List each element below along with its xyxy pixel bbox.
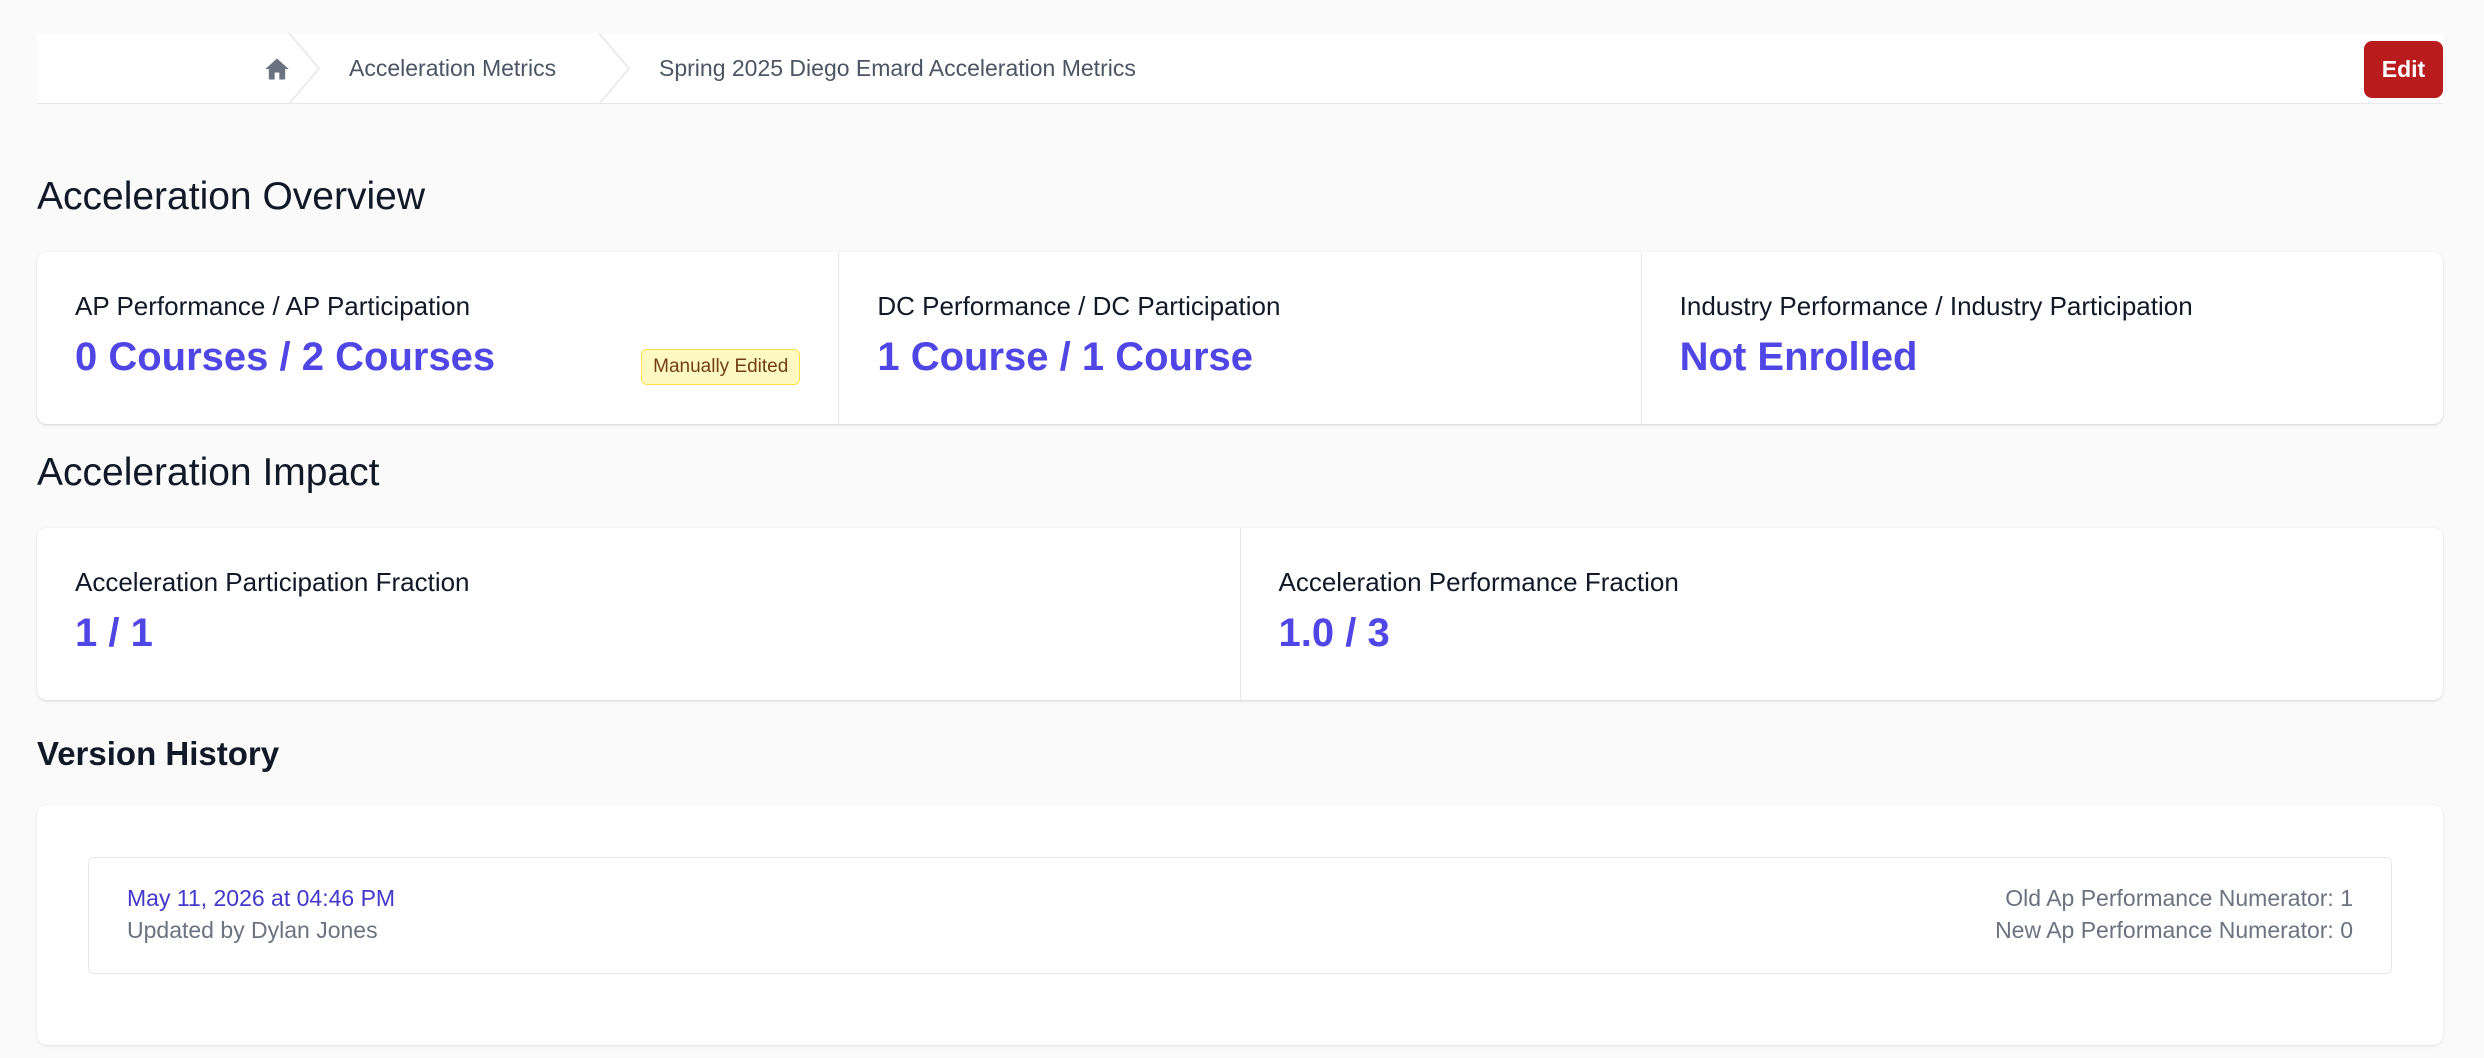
metric-label: DC Performance / DC Participation — [877, 291, 1281, 321]
section-title-impact: Acceleration Impact — [37, 451, 380, 494]
edit-button[interactable]: Edit — [2364, 41, 2443, 98]
section-title-overview: Acceleration Overview — [37, 175, 425, 218]
history-entry-author: Updated by Dylan Jones — [127, 917, 378, 943]
breadcrumb-item-current: Spring 2025 Diego Emard Acceleration Met… — [659, 55, 1136, 81]
metric-label: AP Performance / AP Participation — [75, 291, 471, 321]
impact-card: Acceleration Participation Fraction 1 / … — [37, 528, 2443, 700]
breadcrumb-separator-icon — [597, 33, 637, 104]
breadcrumb-item-acceleration-metrics[interactable]: Acceleration Metrics — [349, 33, 556, 104]
history-change-old: Old Ap Performance Numerator: 1 — [2005, 885, 2353, 911]
metric-participation-fraction: Acceleration Participation Fraction 1 / … — [37, 528, 1240, 700]
section-title-version-history: Version History — [37, 735, 280, 772]
metric-label: Acceleration Participation Fraction — [75, 567, 470, 597]
metric-label: Industry Performance / Industry Particip… — [1679, 291, 2193, 321]
metric-value: 1 / 1 — [75, 611, 153, 655]
history-change-new: New Ap Performance Numerator: 0 — [1995, 917, 2353, 943]
metric-value: 1.0 / 3 — [1278, 611, 1390, 655]
version-history-card: May 11, 2026 at 04:46 PM Updated by Dyla… — [37, 805, 2443, 1045]
metric-performance-fraction: Acceleration Performance Fraction 1.0 / … — [1239, 528, 2444, 700]
manually-edited-badge: Manually Edited — [641, 349, 801, 385]
metric-value: 0 Courses / 2 Courses — [75, 335, 496, 379]
breadcrumb-separator-icon — [287, 33, 327, 104]
metric-value: 1 Course / 1 Course — [877, 335, 1254, 379]
metric-label: Acceleration Performance Fraction — [1278, 567, 1679, 597]
metric-ap: AP Performance / AP Participation 0 Cour… — [37, 252, 838, 424]
breadcrumb: Acceleration Metrics Spring 2025 Diego E… — [37, 33, 2443, 104]
metric-industry: Industry Performance / Industry Particip… — [1640, 252, 2443, 424]
overview-card: AP Performance / AP Participation 0 Cour… — [37, 252, 2443, 424]
metric-value: Not Enrolled — [1679, 335, 1918, 379]
history-entry-date: May 11, 2026 at 04:46 PM — [127, 885, 396, 911]
history-entry: May 11, 2026 at 04:46 PM Updated by Dyla… — [88, 857, 2392, 974]
metric-dc: DC Performance / DC Participation 1 Cour… — [838, 252, 1640, 424]
